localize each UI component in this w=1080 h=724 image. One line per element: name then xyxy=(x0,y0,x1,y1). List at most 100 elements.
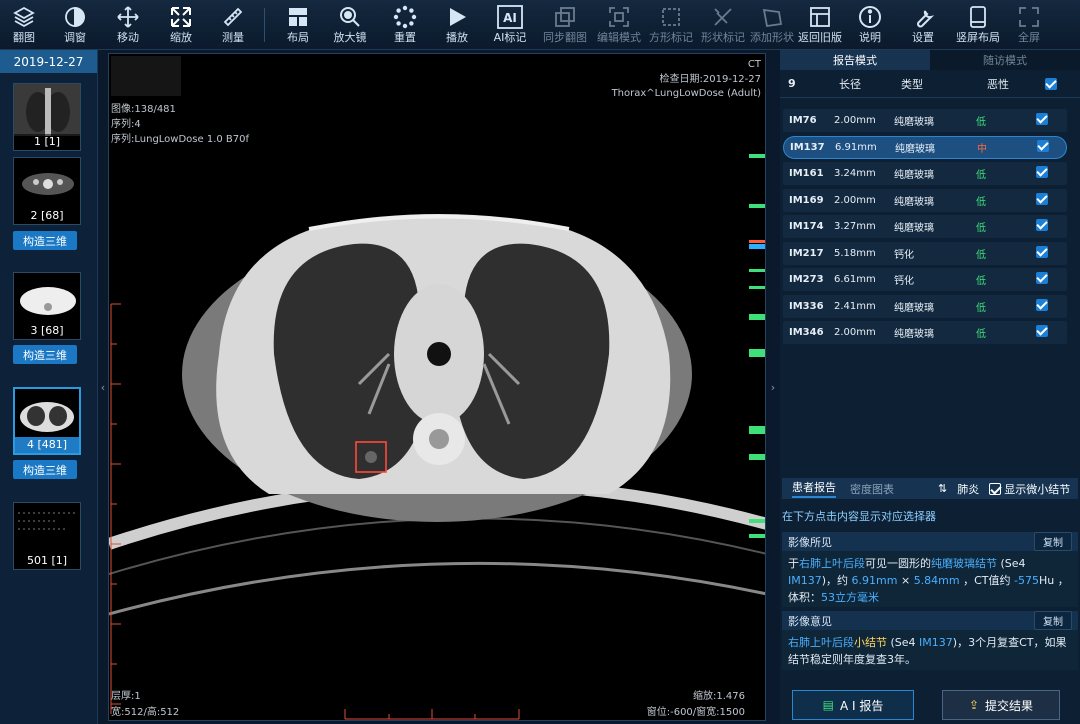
header-malignancy[interactable]: 恶性 xyxy=(987,76,1045,92)
reset-tool[interactable]: 重置 xyxy=(379,0,431,50)
opinion-nodule-kind[interactable]: 小结节 xyxy=(854,636,887,649)
copy-findings-button[interactable]: 复制 xyxy=(1034,532,1072,551)
findings-text[interactable]: 于右肺上叶后段可见一圆形的纯磨玻璃结节 (Se4 IM137)，约 6.91mm… xyxy=(782,551,1078,607)
nodule-checkbox[interactable] xyxy=(1036,272,1048,284)
collapse-right-handle[interactable]: › xyxy=(766,50,780,724)
build-3d-button[interactable]: 构造三维 xyxy=(13,231,77,250)
collapse-left-handle[interactable]: ‹ xyxy=(98,50,108,724)
submit-result-button[interactable]: ⇪ 提交结果 xyxy=(942,690,1060,720)
build-3d-button[interactable]: 构造三维 xyxy=(13,345,77,364)
series-thumbnail-4[interactable]: 4 [481] xyxy=(13,387,81,455)
nodule-row[interactable]: IM137 6.91mm 纯磨玻璃 中 xyxy=(783,135,1067,159)
findings-image-ref[interactable]: IM137 xyxy=(788,574,822,587)
nodule-checkbox[interactable] xyxy=(1036,192,1048,205)
ai-report-panel: 报告模式 随访模式 9 长径 类型 恶性 IM76 2.00mm 纯磨玻璃低 IM13… xyxy=(780,50,1080,724)
portrait-layout-button[interactable]: 竖屏布局 xyxy=(951,0,1005,50)
measure-tool[interactable]: 测量 xyxy=(208,0,258,50)
settings-button[interactable]: 设置 xyxy=(895,0,951,50)
nodule-checkbox[interactable] xyxy=(1036,298,1048,311)
findings-diameter-1[interactable]: 6.91mm xyxy=(852,574,898,587)
series-caption: 1 [1] xyxy=(14,134,80,150)
modality-label: CT xyxy=(747,59,761,70)
ruler-icon xyxy=(220,4,246,30)
nodule-checkbox[interactable] xyxy=(1036,245,1048,258)
sync-flip-tool[interactable]: 同步翻图 xyxy=(537,0,593,50)
nodule-length: 3.27mm xyxy=(834,221,876,232)
opinion-text[interactable]: 右肺上叶后段小结节 (Se4 IM137)，3个月复查CT，如果结节稳定则年度复… xyxy=(782,630,1078,670)
portrait-layout-icon xyxy=(965,4,991,30)
nodule-row[interactable]: IM217 5.18mm 钙化 低 xyxy=(783,241,1067,265)
window-level-tool[interactable]: 调窗 xyxy=(48,0,102,50)
findings-segment: )，约 xyxy=(821,574,852,587)
findings-hu-value[interactable]: -575 xyxy=(1014,574,1039,587)
fullscreen-button[interactable]: 全屏 xyxy=(1005,0,1053,50)
nodule-type: 纯磨玻璃 xyxy=(894,117,934,128)
zoom-expand-icon xyxy=(168,4,194,30)
add-shape-tool[interactable]: 添加形状 xyxy=(749,0,795,50)
nodule-row[interactable]: IM169 2.00mm 纯磨玻璃 低 xyxy=(783,188,1067,212)
nodule-row[interactable]: IM76 2.00mm 纯磨玻璃 低 xyxy=(783,109,1067,132)
square-mark-tool[interactable]: 方形标记 xyxy=(645,0,697,50)
nodule-checkbox[interactable] xyxy=(1036,325,1048,337)
info-icon xyxy=(857,4,883,30)
nodule-row[interactable]: IM161 3.24mm 纯磨玻璃 低 xyxy=(783,162,1067,185)
nodule-row[interactable]: IM273 6.61mm 钙化 低 xyxy=(783,268,1067,291)
edit-mode-tool[interactable]: 编辑模式 xyxy=(593,0,645,50)
header-length[interactable]: 长径 xyxy=(839,76,901,92)
opinion-image-ref[interactable]: IM137 xyxy=(919,636,953,649)
nodule-checkbox[interactable] xyxy=(1036,166,1048,178)
ai-mark-tool[interactable]: AI AI标记 xyxy=(483,0,537,50)
series-thumbnail-1[interactable]: 1 [1] xyxy=(13,83,81,151)
shape-mark-tool[interactable]: 形状标记 xyxy=(697,0,749,50)
nodule-checkbox[interactable] xyxy=(1037,139,1049,152)
stack-layers-icon xyxy=(11,4,37,30)
square-mark-icon xyxy=(658,4,684,30)
series-thumbnail-501[interactable]: 501 [1] xyxy=(13,502,81,570)
play-tool[interactable]: 播放 xyxy=(431,0,483,50)
findings-location[interactable]: 右肺上叶后段 xyxy=(799,557,865,570)
chevron-right-icon: › xyxy=(770,380,776,394)
study-date-tab[interactable]: 2019-12-27 xyxy=(0,50,97,73)
findings-nodule-type[interactable]: 纯磨玻璃结节 xyxy=(931,557,997,570)
nodule-checkbox[interactable] xyxy=(1036,219,1048,231)
tab-patient-report[interactable]: 患者报告 xyxy=(792,479,836,498)
flip-images-tool[interactable]: 翻图 xyxy=(0,0,48,50)
document-icon: ▤ xyxy=(822,698,834,712)
copy-opinion-button[interactable]: 复制 xyxy=(1034,611,1072,630)
findings-volume[interactable]: 53立方毫米 xyxy=(821,591,879,604)
tab-density-chart[interactable]: 密度图表 xyxy=(850,481,894,497)
move-tool[interactable]: 移动 xyxy=(102,0,154,50)
nodule-length: 2.00mm xyxy=(834,115,876,126)
layout-tool[interactable]: 布局 xyxy=(275,0,321,50)
findings-diameter-2[interactable]: 5.84mm xyxy=(914,574,960,587)
sort-icon[interactable]: ⇅ xyxy=(938,482,947,495)
opinion-location[interactable]: 右肺上叶后段 xyxy=(788,636,854,649)
old-version-icon xyxy=(807,4,833,30)
nodule-row[interactable]: IM346 2.00mm 纯磨玻璃 低 xyxy=(783,321,1067,344)
tab-report-mode[interactable]: 报告模式 xyxy=(780,50,930,70)
tab-followup-mode[interactable]: 随访模式 xyxy=(930,50,1080,70)
nodule-risk: 低 xyxy=(976,276,986,287)
old-version-button[interactable]: 返回旧版 xyxy=(795,0,845,50)
select-all-checkbox[interactable] xyxy=(1045,77,1057,90)
magnifier-tool[interactable]: 放大镜 xyxy=(321,0,379,50)
nodule-type: 钙化 xyxy=(894,276,914,287)
zoom-tool[interactable]: 缩放 xyxy=(154,0,208,50)
header-type[interactable]: 类型 xyxy=(901,76,987,92)
nodule-row[interactable]: IM174 3.27mm 纯磨玻璃 低 xyxy=(783,215,1067,238)
series-thumbnail-2[interactable]: 2 [68] xyxy=(13,157,81,225)
nodule-checkbox[interactable] xyxy=(1036,113,1048,125)
show-micro-nodule-checkbox[interactable] xyxy=(989,482,1002,495)
help-button[interactable]: 说明 xyxy=(845,0,895,50)
nodule-risk: 中 xyxy=(977,143,987,155)
submit-label: 提交结果 xyxy=(985,698,1034,713)
nodule-length: 5.18mm xyxy=(834,247,876,259)
pneumonia-toggle[interactable]: 肺炎 xyxy=(957,481,979,497)
exam-date-label: 检查日期:2019-12-27 xyxy=(659,74,761,85)
ai-report-button[interactable]: ▤ A I 报告 xyxy=(792,690,914,720)
series-thumbnail-3[interactable]: 3 [68] xyxy=(13,272,81,340)
ct-image-viewport[interactable]: CT 检查日期:2019-12-27 Thorax^LungLowDose (A… xyxy=(108,53,766,721)
nodule-row[interactable]: IM336 2.41mm 纯磨玻璃 低 xyxy=(783,294,1067,318)
nodule-risk: 低 xyxy=(976,249,986,261)
build-3d-button[interactable]: 构造三维 xyxy=(13,460,77,479)
